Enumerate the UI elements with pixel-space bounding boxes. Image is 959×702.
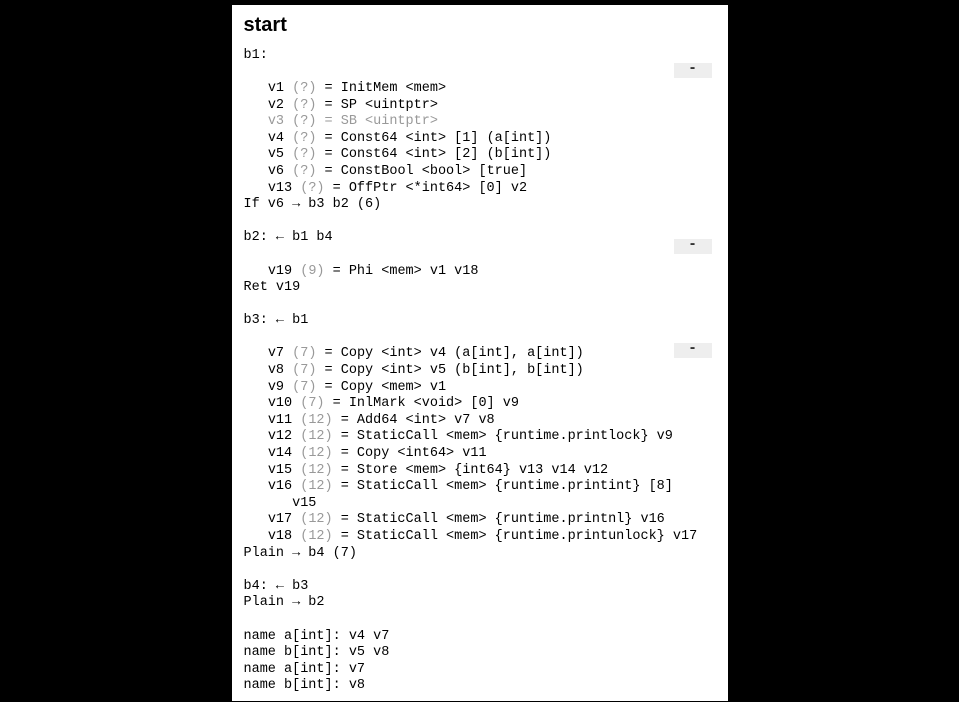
code-line: name a[int]: v7 bbox=[244, 662, 716, 679]
code-line: v13 (?) = OffPtr <*int64> [0] v2 bbox=[244, 181, 716, 198]
code-line: v4 (?) = Const64 <int> [1] (a[int]) bbox=[244, 131, 716, 148]
collapse-button-b3[interactable]: - bbox=[674, 343, 712, 358]
code-line: v1 (?) = InitMem <mem> bbox=[244, 81, 716, 98]
code-line: Plain → b4 (7) bbox=[244, 546, 716, 563]
code-line: v8 (7) = Copy <int> v5 (b[int], b[int]) bbox=[244, 363, 716, 380]
code-line: b2: ← b1 b4 bbox=[244, 230, 716, 247]
code-line: v5 (?) = Const64 <int> [2] (b[int]) bbox=[244, 147, 716, 164]
code-line: name a[int]: v4 v7 bbox=[244, 629, 716, 646]
code-line: b3: ← b1 bbox=[244, 313, 716, 330]
collapse-button-b2[interactable]: - bbox=[674, 239, 712, 254]
code-line: name b[int]: v5 v8 bbox=[244, 645, 716, 662]
code-line: v3 (?) = SB <uintptr> bbox=[244, 114, 716, 131]
code-line: v12 (12) = StaticCall <mem> {runtime.pri… bbox=[244, 429, 716, 446]
code-line: v19 (9) = Phi <mem> v1 v18 bbox=[244, 264, 716, 281]
code-line: v17 (12) = StaticCall <mem> {runtime.pri… bbox=[244, 512, 716, 529]
code-line: v16 (12) = StaticCall <mem> {runtime.pri… bbox=[244, 479, 716, 496]
collapse-button-b1[interactable]: - bbox=[674, 63, 712, 78]
code-line: v10 (7) = InlMark <void> [0] v9 bbox=[244, 396, 716, 413]
code-line: v7 (7) = Copy <int> v4 (a[int], a[int]) bbox=[244, 346, 716, 363]
code-line: If v6 → b3 b2 (6) bbox=[244, 197, 716, 214]
code-line: v15 (12) = Store <mem> {int64} v13 v14 v… bbox=[244, 463, 716, 480]
code-line: b4: ← b3 bbox=[244, 579, 716, 596]
code-line: Ret v19 bbox=[244, 280, 716, 297]
code-line: v15 bbox=[244, 496, 716, 513]
code-line: v18 (12) = StaticCall <mem> {runtime.pri… bbox=[244, 529, 716, 546]
code-line: v6 (?) = ConstBool <bool> [true] bbox=[244, 164, 716, 181]
code-line: v14 (12) = Copy <int64> v11 bbox=[244, 446, 716, 463]
panel-title: start bbox=[244, 13, 716, 38]
code-listing: b1: v1 (?) = InitMem <mem> v2 (?) = SP <… bbox=[244, 48, 716, 695]
code-line: Plain → b2 bbox=[244, 595, 716, 612]
code-line: b1: bbox=[244, 48, 716, 65]
code-line: v2 (?) = SP <uintptr> bbox=[244, 98, 716, 115]
code-line: v9 (7) = Copy <mem> v1 bbox=[244, 380, 716, 397]
code-line: v11 (12) = Add64 <int> v7 v8 bbox=[244, 413, 716, 430]
ssa-panel: start - - - b1: v1 (?) = InitMem <mem> v… bbox=[231, 4, 729, 702]
